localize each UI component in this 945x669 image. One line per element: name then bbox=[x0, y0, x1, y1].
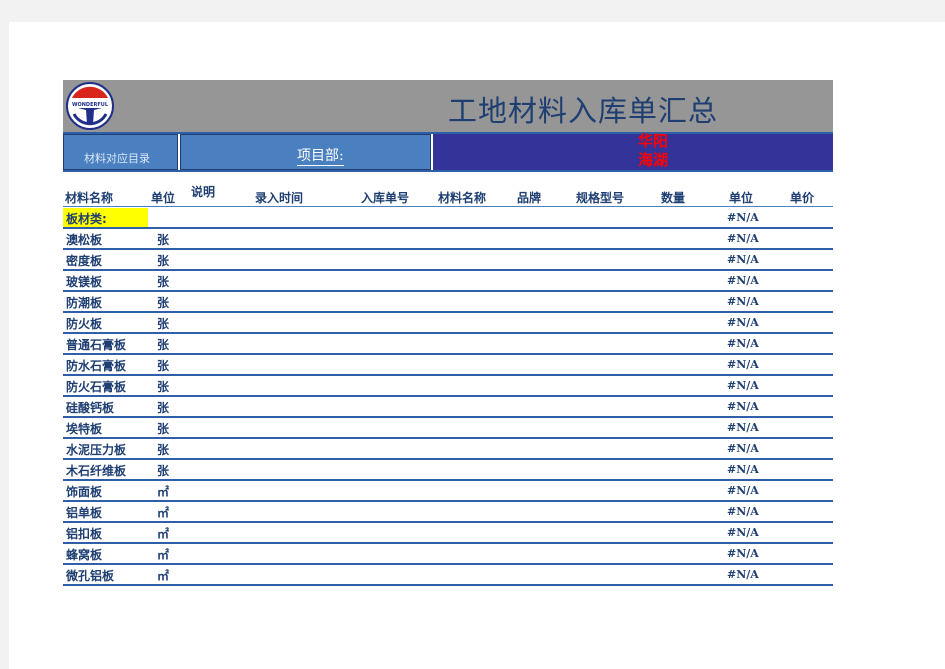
lookup-value: #N/A bbox=[727, 568, 759, 581]
table-row[interactable]: 防火石膏板 张 #N/A bbox=[63, 376, 833, 397]
project-cell[interactable]: 项目部: bbox=[180, 134, 431, 170]
material-name: 蜂窝板 bbox=[66, 548, 103, 562]
company-logo: WONDERFUL bbox=[66, 82, 114, 130]
lookup-value: #N/A bbox=[727, 505, 759, 518]
catalog-label: 材料对应目录 bbox=[84, 152, 150, 165]
col-header-unit-2: 单位 bbox=[729, 191, 754, 205]
material-name: 埃特板 bbox=[66, 422, 103, 436]
header-underline bbox=[63, 206, 833, 207]
lookup-value: #N/A bbox=[727, 337, 759, 350]
material-unit: 张 bbox=[157, 275, 170, 289]
material-unit: 张 bbox=[157, 338, 170, 352]
table-row[interactable]: 防水石膏板 张 #N/A bbox=[63, 355, 833, 376]
col-header-unit: 单位 bbox=[151, 191, 176, 205]
material-name: 防潮板 bbox=[66, 296, 103, 310]
material-name: 铝单板 bbox=[66, 506, 103, 520]
row-divider bbox=[63, 584, 833, 586]
material-unit: 张 bbox=[157, 296, 170, 310]
lookup-value: #N/A bbox=[727, 442, 759, 455]
material-unit: 张 bbox=[157, 359, 170, 373]
lookup-value: #N/A bbox=[727, 400, 759, 413]
material-name: 密度板 bbox=[66, 254, 103, 268]
material-unit: ㎡ bbox=[157, 506, 170, 520]
lookup-value: #N/A bbox=[727, 295, 759, 308]
material-name: 防水石膏板 bbox=[66, 359, 127, 373]
table-row[interactable]: 微孔铝板 ㎡ #N/A bbox=[63, 565, 833, 586]
lookup-value: #N/A bbox=[727, 253, 759, 266]
material-name: 防火石膏板 bbox=[66, 380, 127, 394]
material-name: 硅酸钙板 bbox=[66, 401, 115, 415]
table-row[interactable]: 澳松板 张 #N/A bbox=[63, 229, 833, 250]
table-row[interactable]: 水泥压力板 张 #N/A bbox=[63, 439, 833, 460]
logo-text: WONDERFUL bbox=[70, 102, 110, 108]
material-unit: 张 bbox=[157, 422, 170, 436]
table-row[interactable]: 铝扣板 ㎡ #N/A bbox=[63, 523, 833, 544]
material-unit: ㎡ bbox=[157, 548, 170, 562]
material-unit: 张 bbox=[157, 401, 170, 415]
catalog-link-cell[interactable]: 材料对应目录 bbox=[63, 134, 178, 170]
table-row[interactable]: 铝单板 ㎡ #N/A bbox=[63, 502, 833, 523]
material-unit: 张 bbox=[157, 254, 170, 268]
table-row[interactable]: 木石纤维板 张 #N/A bbox=[63, 460, 833, 481]
table-row[interactable]: 密度板 张 #N/A bbox=[63, 250, 833, 271]
material-unit: ㎡ bbox=[157, 485, 170, 499]
lookup-value: #N/A bbox=[727, 379, 759, 392]
lookup-value: #N/A bbox=[727, 547, 759, 560]
category-name: 板材类: bbox=[66, 212, 107, 226]
col-header-receipt-number: 入库单号 bbox=[361, 191, 410, 205]
table-row[interactable]: 普通石膏板 张 #N/A bbox=[63, 334, 833, 355]
project-name-cell[interactable]: 华阳 海湖 bbox=[433, 132, 833, 170]
col-header-entry-time: 录入时间 bbox=[255, 191, 304, 205]
col-header-spec-model: 规格型号 bbox=[576, 191, 625, 205]
project-name: 华阳 海湖 bbox=[638, 132, 669, 169]
material-unit: ㎡ bbox=[157, 527, 170, 541]
col-header-material-name: 材料名称 bbox=[65, 191, 114, 205]
material-unit: 张 bbox=[157, 380, 170, 394]
table-row[interactable]: 防潮板 张 #N/A bbox=[63, 292, 833, 313]
table-row[interactable]: 防火板 张 #N/A bbox=[63, 313, 833, 334]
col-header-unit-price: 单价 bbox=[790, 191, 815, 205]
page-title: 工地材料入库单汇总 bbox=[448, 94, 719, 128]
material-name: 饰面板 bbox=[66, 485, 103, 499]
lookup-value: #N/A bbox=[727, 274, 759, 287]
material-name: 微孔铝板 bbox=[66, 569, 115, 583]
lookup-value: #N/A bbox=[727, 211, 759, 224]
table-row[interactable]: 硅酸钙板 张 #N/A bbox=[63, 397, 833, 418]
col-header-brand: 品牌 bbox=[517, 191, 542, 205]
category-row[interactable]: 板材类: #N/A bbox=[63, 208, 833, 229]
lookup-value: #N/A bbox=[727, 421, 759, 434]
project-label: 项目部: bbox=[297, 145, 344, 166]
material-unit: 张 bbox=[157, 443, 170, 457]
col-header-description: 说明 bbox=[191, 185, 216, 199]
material-name: 木石纤维板 bbox=[66, 464, 127, 478]
lookup-value: #N/A bbox=[727, 358, 759, 371]
table-row[interactable]: 饰面板 ㎡ #N/A bbox=[63, 481, 833, 502]
material-name: 水泥压力板 bbox=[66, 443, 127, 457]
material-unit: 张 bbox=[157, 464, 170, 478]
lookup-value: #N/A bbox=[727, 316, 759, 329]
material-name: 澳松板 bbox=[66, 233, 103, 247]
lookup-value: #N/A bbox=[727, 526, 759, 539]
material-unit: 张 bbox=[157, 317, 170, 331]
divider bbox=[63, 170, 833, 172]
material-unit: 张 bbox=[157, 233, 170, 247]
lookup-value: #N/A bbox=[727, 484, 759, 497]
material-unit: ㎡ bbox=[157, 569, 170, 583]
material-name: 防火板 bbox=[66, 317, 103, 331]
lookup-value: #N/A bbox=[727, 463, 759, 476]
material-name: 玻镁板 bbox=[66, 275, 103, 289]
material-name: 铝扣板 bbox=[66, 527, 103, 541]
col-header-material-name-2: 材料名称 bbox=[438, 191, 487, 205]
lookup-value: #N/A bbox=[727, 232, 759, 245]
table-row[interactable]: 蜂窝板 ㎡ #N/A bbox=[63, 544, 833, 565]
table-row[interactable]: 埃特板 张 #N/A bbox=[63, 418, 833, 439]
col-header-quantity: 数量 bbox=[661, 191, 686, 205]
table-row[interactable]: 玻镁板 张 #N/A bbox=[63, 271, 833, 292]
material-name: 普通石膏板 bbox=[66, 338, 127, 352]
